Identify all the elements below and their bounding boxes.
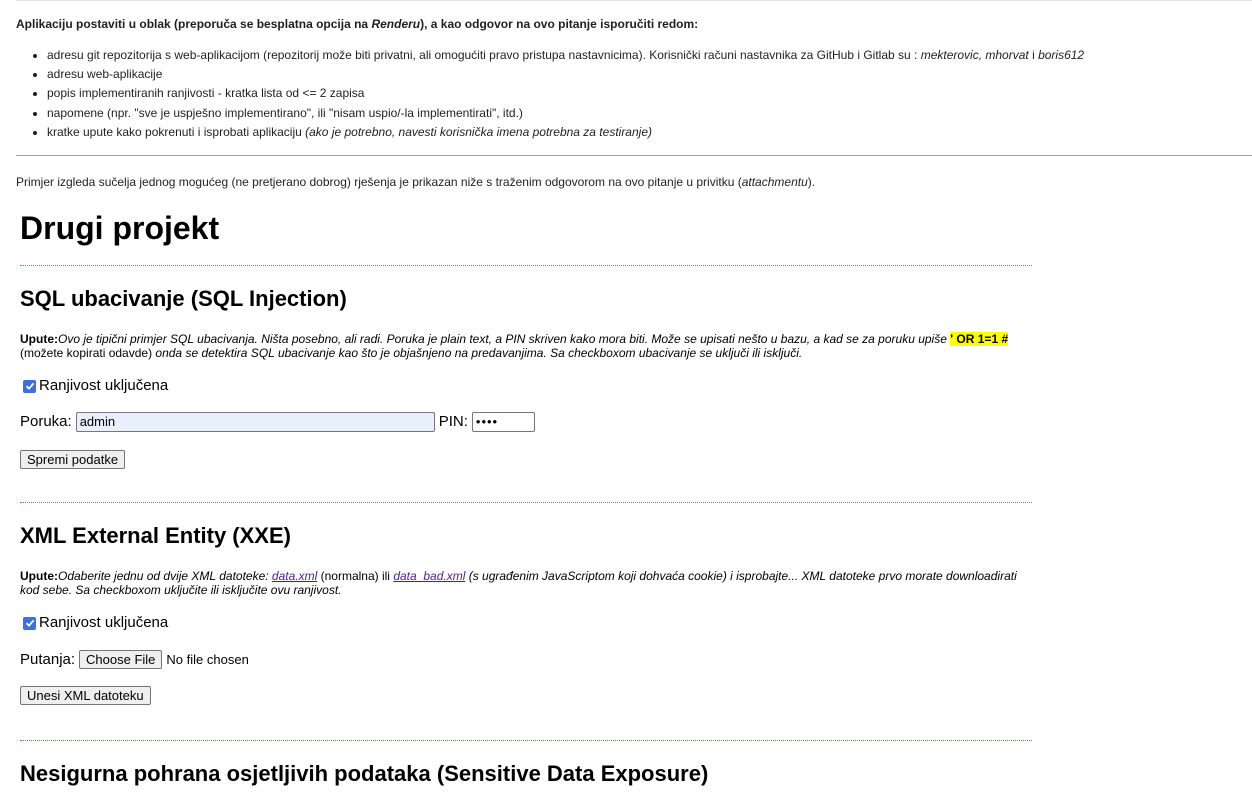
assignment-heading: Aplikaciju postaviti u oblak (preporuča … [16,17,699,31]
message-input[interactable]: admin [75,412,435,432]
data-xml-link[interactable]: data.xml [272,569,317,583]
sql-checkbox-label: Ranjivost uključena [39,377,169,394]
list-item-notes: napomene (npr. "sve je uspješno implemen… [47,104,1246,123]
top-divider [16,0,1252,1]
dotted-separator [20,740,1032,741]
xxe-instructions: Upute:Odaberite jednu od dvije XML datot… [20,569,1017,597]
xxe-vulnerability-toggle[interactable]: Ranjivost uključena [23,614,168,632]
list-item-run-instructions: kratke upute kako pokrenuti i isprobati … [47,123,1246,142]
checkbox-checked-icon[interactable] [23,379,36,393]
list-item-vulnerabilities: popis implementiranih ranjivosti - kratk… [47,84,1246,103]
sql-instructions: Upute:Ovo je tipični primjer SQL ubaciva… [20,332,1009,360]
deliverables-list: adresu git repozitorija s web-aplikacijo… [16,46,1246,142]
assignment-instructions: Aplikaciju postaviti u oblak (preporuča … [16,15,1246,142]
data-bad-xml-link[interactable]: data_bad.xml [393,569,465,583]
message-label: Poruka: [20,413,72,430]
xxe-checkbox-label: Ranjivost uključena [39,614,169,631]
dotted-separator [20,265,1032,266]
pin-label: PIN: [438,413,468,430]
page-title: Drugi projekt [20,210,220,246]
sql-payload-highlight[interactable]: ' OR 1=1 # [950,332,1009,346]
xxe-section-title: XML External Entity (XXE) [20,523,291,548]
checkbox-checked-icon[interactable] [23,616,36,630]
dotted-separator [20,502,1032,503]
section-divider [16,155,1252,156]
xxe-form-row: Putanja: Choose File No file chosen [20,650,249,669]
choose-file-button[interactable]: Choose File [79,650,163,669]
sql-form-row: Poruka: admin PIN: •••• [20,412,535,432]
pin-input[interactable]: •••• [471,412,535,432]
sql-section-title: SQL ubacivanje (SQL Injection) [20,286,347,311]
example-note: Primjer izgleda sučelja jednog mogućeg (… [16,175,816,189]
submit-xml-button[interactable]: Unesi XML datoteku [20,686,151,705]
file-status: No file chosen [166,651,249,667]
sde-section-title: Nesigurna pohrana osjetljivih podataka (… [20,761,709,786]
list-item-repo: adresu git repozitorija s web-aplikacijo… [47,46,1246,65]
save-data-button[interactable]: Spremi podatke [20,450,126,469]
sql-vulnerability-toggle[interactable]: Ranjivost uključena [23,377,168,395]
list-item-web-address: adresu web-aplikacije [47,65,1246,84]
path-label: Putanja: [20,650,76,668]
